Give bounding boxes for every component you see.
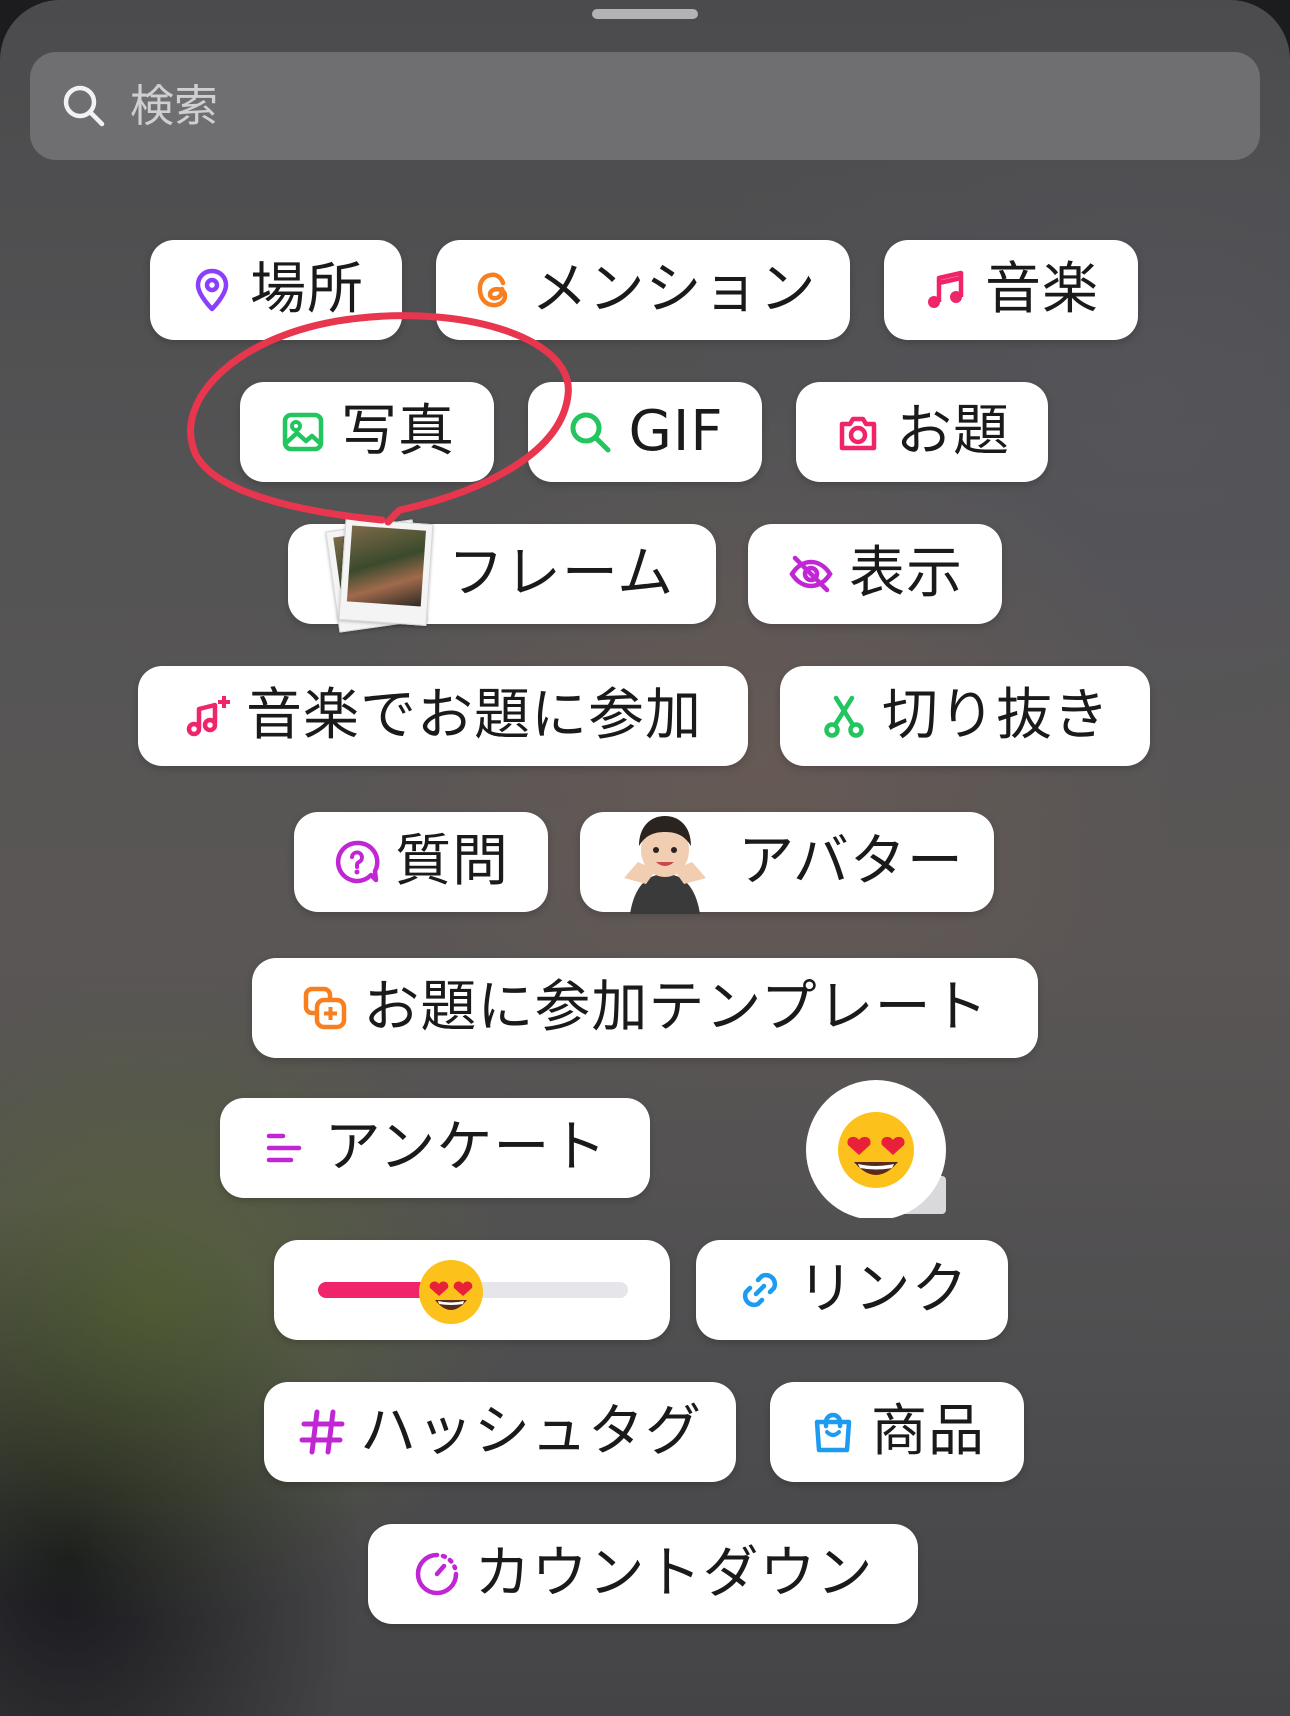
mention-sticker[interactable]: メンション — [436, 240, 850, 340]
hashtag-icon — [298, 1408, 346, 1456]
sheet-grabber[interactable] — [592, 9, 698, 19]
frame-sticker[interactable]: フレーム — [288, 518, 716, 633]
music-label: 音楽 — [985, 257, 1099, 322]
shopping-bag-icon — [809, 1408, 857, 1456]
search-icon — [60, 82, 108, 130]
frame-photo-icon — [325, 518, 434, 633]
mention-label: メンション — [531, 257, 817, 322]
eye-off-icon — [787, 550, 835, 598]
avatar-sticker[interactable]: アバター — [580, 810, 994, 914]
countdown-label: カウントダウン — [474, 1541, 874, 1606]
gif-search-icon — [566, 408, 614, 456]
questions-sticker[interactable]: 質問 — [294, 812, 548, 912]
reveal-label: 表示 — [849, 541, 963, 606]
gif-sticker[interactable]: GIF — [528, 382, 762, 482]
photo-label: 写真 — [341, 399, 455, 464]
hashtag-sticker[interactable]: ハッシュタグ — [264, 1382, 736, 1482]
sticker-sheet: 場所 メンション 音楽 写真 GIF お題 — [0, 0, 1290, 1716]
questions-label: 質問 — [395, 829, 509, 894]
product-label: 商品 — [871, 1399, 985, 1464]
add-yours-music-sticker[interactable]: 音楽でお題に参加 — [138, 666, 748, 766]
scissors-icon — [820, 692, 868, 740]
cutout-sticker[interactable]: 切り抜き — [780, 666, 1150, 766]
avatar-figure-icon — [610, 810, 720, 914]
image-icon — [279, 408, 327, 456]
avatar-label: アバター — [738, 829, 964, 894]
search-bar[interactable] — [30, 52, 1260, 160]
threads-icon — [470, 266, 518, 314]
poll-sticker[interactable]: アンケート — [220, 1098, 650, 1198]
music-add-icon — [184, 692, 232, 740]
music-sticker[interactable]: 音楽 — [884, 240, 1138, 340]
prompt-label: お題 — [896, 399, 1010, 464]
cutout-label: 切り抜き — [882, 683, 1110, 748]
photo-sticker[interactable]: 写真 — [240, 382, 494, 482]
add-yours-template-label: お題に参加テンプレート — [363, 975, 989, 1040]
product-sticker[interactable]: 商品 — [770, 1382, 1024, 1482]
poll-label: アンケート — [324, 1115, 608, 1180]
music-note-icon — [923, 266, 971, 314]
location-sticker[interactable]: 場所 — [150, 240, 402, 340]
poll-lines-icon — [263, 1124, 311, 1172]
add-template-icon — [301, 984, 349, 1032]
reveal-sticker[interactable]: 表示 — [748, 524, 1002, 624]
prompt-sticker[interactable]: お題 — [796, 382, 1048, 482]
emoji-sticker[interactable] — [806, 1078, 956, 1220]
link-sticker[interactable]: リンク — [696, 1240, 1008, 1340]
link-chain-icon — [736, 1266, 784, 1314]
gif-label: GIF — [628, 399, 724, 464]
location-pin-icon — [188, 266, 236, 314]
emoji-slider-thumb[interactable] — [417, 1258, 485, 1326]
camera-icon — [834, 408, 882, 456]
question-bubble-icon — [333, 838, 381, 886]
add-yours-template-sticker[interactable]: お題に参加テンプレート — [252, 958, 1038, 1058]
frame-label: フレーム — [447, 541, 675, 606]
add-yours-music-label: 音楽でお題に参加 — [246, 683, 702, 748]
search-input[interactable] — [128, 79, 1132, 133]
location-label: 場所 — [250, 257, 364, 322]
countdown-timer-icon — [413, 1550, 461, 1598]
countdown-sticker[interactable]: カウントダウン — [368, 1524, 918, 1624]
link-label: リンク — [797, 1257, 969, 1322]
hashtag-label: ハッシュタグ — [360, 1399, 702, 1464]
